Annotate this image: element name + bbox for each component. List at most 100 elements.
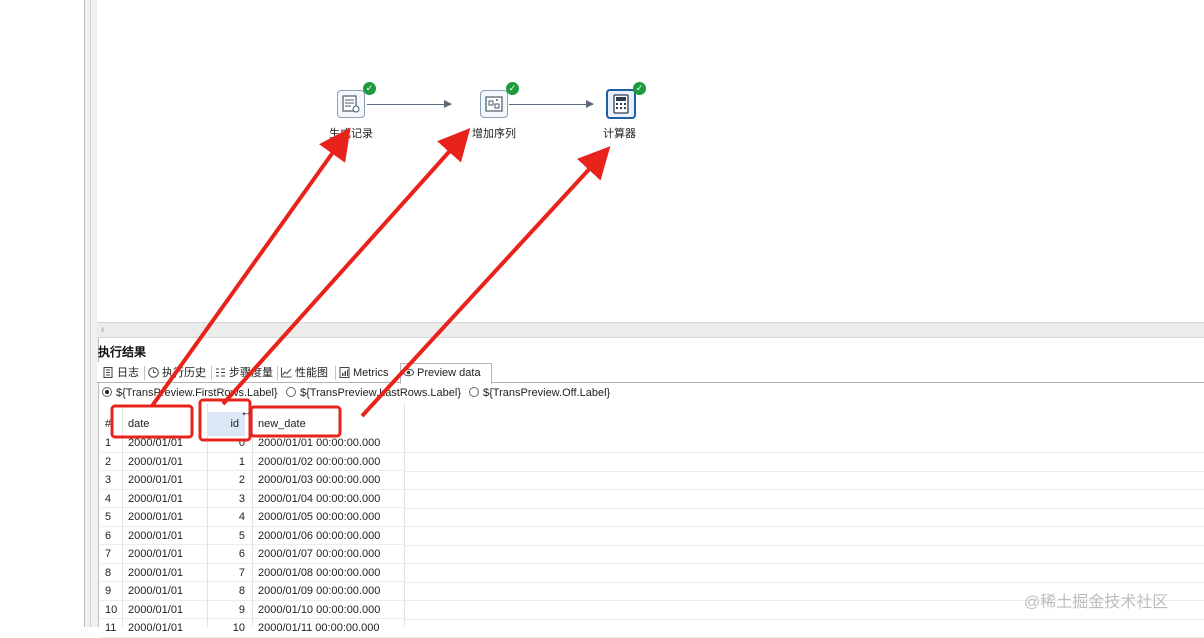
cell-date: 2000/01/01 bbox=[128, 474, 184, 486]
log-icon bbox=[103, 367, 113, 378]
cell-row-number: 3 bbox=[105, 474, 112, 486]
column-resize-cursor-icon: ↔ bbox=[240, 404, 253, 419]
tab-label: Metrics bbox=[353, 367, 389, 379]
cell-date: 2000/01/01 bbox=[128, 603, 184, 616]
table-row[interactable]: 10 2000/01/01 9 2000/01/10 00:00:00.000 bbox=[100, 601, 405, 619]
cell-new-date: 2000/01/04 00:00:00.000 bbox=[258, 492, 381, 505]
tab-divider bbox=[211, 366, 212, 380]
cell-row-number: 10 bbox=[105, 603, 118, 616]
cell-row-number: 4 bbox=[105, 492, 112, 505]
canvas-horizontal-scrollbar[interactable]: ‹ bbox=[97, 322, 1204, 338]
radio-dot[interactable] bbox=[286, 387, 296, 397]
cell-new-date: 2000/01/03 00:00:00.000 bbox=[258, 474, 381, 486]
table-row[interactable]: 3 2000/01/01 2 2000/01/03 00:00:00.000 bbox=[100, 471, 405, 490]
transformation-canvas[interactable]: ✓ 生成记录 ✓ 增加序列 ✓ 计算器 bbox=[97, 0, 1204, 322]
tab-preview-data[interactable]: Preview data bbox=[400, 363, 492, 384]
radio-dot[interactable] bbox=[469, 387, 479, 397]
cell-date: 2000/01/01 bbox=[128, 566, 184, 579]
tab-log[interactable]: 日志 bbox=[101, 364, 139, 382]
table-row[interactable]: 9 2000/01/01 8 2000/01/09 00:00:00.000 bbox=[100, 582, 405, 601]
row-divider bbox=[405, 507, 1204, 509]
cell-row-number: 7 bbox=[105, 548, 112, 560]
tab-step-metrics[interactable]: 步骤度量 bbox=[213, 364, 273, 382]
cell-id: 3 bbox=[238, 492, 245, 505]
step-metrics-icon bbox=[216, 368, 225, 377]
table-row[interactable]: 8 2000/01/01 7 2000/01/08 00:00:00.000 bbox=[100, 564, 405, 582]
preview-data-table[interactable]: # date id new_date ↔ 1 2000/01/01 0 2000/01… bbox=[100, 404, 405, 638]
cell-date: 2000/01/01 bbox=[128, 437, 184, 449]
cell-id: 0 bbox=[238, 437, 245, 449]
table-row[interactable]: 6 2000/01/01 5 2000/01/06 00:00:00.000 bbox=[100, 527, 405, 545]
cell-id: 8 bbox=[238, 585, 245, 597]
step-label: 生成记录 bbox=[329, 128, 373, 140]
tab-divider bbox=[277, 366, 278, 380]
column-header-row-number[interactable]: # bbox=[105, 412, 111, 436]
cell-new-date: 2000/01/06 00:00:00.000 bbox=[258, 529, 381, 542]
cell-id: 2 bbox=[238, 474, 245, 486]
cell-row-number: 5 bbox=[105, 511, 112, 523]
tab-history[interactable]: 执行历史 bbox=[146, 364, 206, 382]
cell-date: 2000/01/01 bbox=[128, 511, 184, 523]
cell-date: 2000/01/01 bbox=[128, 548, 184, 560]
tab-label: Preview data bbox=[417, 367, 481, 379]
tab-performance-graph[interactable]: 性能图 bbox=[279, 364, 328, 382]
cell-date: 2000/01/01 bbox=[128, 585, 184, 597]
preview-eye-icon bbox=[403, 368, 414, 377]
row-divider bbox=[405, 581, 1204, 583]
table-row[interactable]: 11 2000/01/01 10 2000/01/11 00:00:00.000 bbox=[100, 619, 405, 638]
cell-row-number: 8 bbox=[105, 566, 112, 579]
tab-metrics[interactable]: Metrics bbox=[337, 364, 388, 382]
cell-id: 6 bbox=[238, 548, 245, 560]
step-add-sequence[interactable] bbox=[480, 90, 508, 118]
step-label: 增加序列 bbox=[472, 128, 516, 140]
cell-id: 1 bbox=[238, 455, 245, 468]
cell-new-date: 2000/01/10 00:00:00.000 bbox=[258, 603, 381, 616]
column-header-date[interactable]: date bbox=[128, 412, 149, 436]
radio-label: ${TransPreview.Off.Label} bbox=[483, 387, 611, 399]
history-icon bbox=[148, 367, 159, 378]
table-row[interactable]: 4 2000/01/01 3 2000/01/04 00:00:00.000 bbox=[100, 490, 405, 508]
cell-date: 2000/01/01 bbox=[128, 455, 184, 468]
cell-new-date: 2000/01/08 00:00:00.000 bbox=[258, 566, 381, 579]
scroll-left-icon[interactable]: ‹ bbox=[101, 323, 105, 337]
row-divider bbox=[405, 470, 1204, 472]
hop-2[interactable] bbox=[509, 100, 594, 108]
results-tab-bar: 日志 执行历史 步骤度量 性能图 Metrics Preview data bbox=[97, 362, 1204, 384]
table-row[interactable]: 1 2000/01/01 0 2000/01/01 00:00:00.000 bbox=[100, 434, 405, 453]
radio-dot[interactable] bbox=[102, 387, 112, 397]
table-row[interactable]: 5 2000/01/01 4 2000/01/05 00:00:00.000 bbox=[100, 508, 405, 527]
cell-new-date: 2000/01/09 00:00:00.000 bbox=[258, 585, 381, 597]
cell-id: 10 bbox=[232, 622, 245, 634]
cell-new-date: 2000/01/02 00:00:00.000 bbox=[258, 455, 381, 468]
cell-id: 4 bbox=[238, 511, 245, 523]
watermark: @稀土掘金技术社区 bbox=[1024, 594, 1169, 611]
cell-row-number: 6 bbox=[105, 529, 112, 542]
tab-divider bbox=[144, 366, 145, 380]
hop-1[interactable] bbox=[367, 100, 452, 108]
generate-rows-icon bbox=[342, 95, 360, 113]
radio-off[interactable]: ${TransPreview.Off.Label} bbox=[469, 386, 610, 400]
cell-new-date: 2000/01/11 00:00:00.000 bbox=[258, 622, 380, 634]
cell-id: 9 bbox=[238, 603, 245, 616]
tab-label: 执行历史 bbox=[162, 367, 206, 379]
performance-graph-icon bbox=[281, 367, 292, 378]
tab-label: 日志 bbox=[117, 367, 139, 379]
cell-new-date: 2000/01/01 00:00:00.000 bbox=[258, 437, 381, 449]
metrics-icon bbox=[339, 367, 350, 378]
add-sequence-icon bbox=[485, 96, 503, 112]
column-header-new-date[interactable]: new_date bbox=[258, 412, 306, 436]
row-divider bbox=[405, 526, 1204, 527]
table-row[interactable]: 2 2000/01/01 1 2000/01/02 00:00:00.000 bbox=[100, 453, 405, 471]
radio-first-rows[interactable]: ${TransPreview.FirstRows.Label} bbox=[102, 386, 278, 400]
row-divider bbox=[405, 563, 1204, 564]
cell-date: 2000/01/01 bbox=[128, 622, 184, 634]
cell-date: 2000/01/01 bbox=[128, 492, 184, 505]
preview-options: ${TransPreview.FirstRows.Label} ${TransP… bbox=[97, 384, 1204, 402]
table-row[interactable]: 7 2000/01/01 6 2000/01/07 00:00:00.000 bbox=[100, 545, 405, 564]
step-calculator[interactable] bbox=[606, 89, 636, 119]
step-generate-rows[interactable] bbox=[337, 90, 365, 118]
step-label: 计算器 bbox=[603, 128, 636, 140]
row-divider bbox=[405, 489, 1204, 490]
radio-last-rows[interactable]: ${TransPreview.LastRows.Label} bbox=[286, 386, 461, 400]
tab-label: 步骤度量 bbox=[229, 367, 273, 379]
